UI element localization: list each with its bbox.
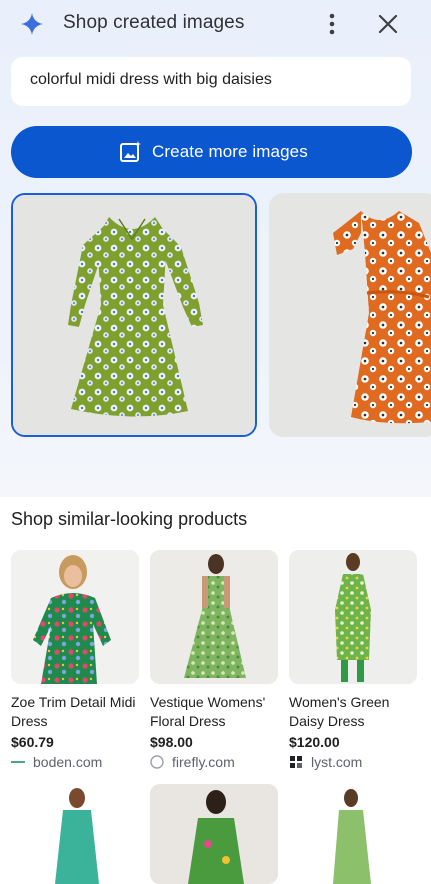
- product-name: Zoe Trim Detail Midi Dress: [11, 694, 136, 729]
- more-vert-icon[interactable]: [320, 11, 344, 37]
- product-photo-2: [150, 550, 278, 684]
- product-card-1[interactable]: Zoe Trim Detail Midi Dress $60.79 boden.…: [11, 550, 139, 770]
- product-image-6[interactable]: [289, 784, 417, 884]
- product-price: $60.79: [11, 734, 54, 750]
- product-source[interactable]: boden.com: [11, 754, 139, 770]
- product-name: Vestique Womens' Floral Dress: [150, 694, 266, 729]
- product-image-4[interactable]: [11, 784, 139, 884]
- gemini-sparkle-icon: [21, 13, 43, 35]
- product-source-name: lyst.com: [311, 754, 363, 770]
- product-source-name: firefly.com: [172, 754, 235, 770]
- product-price: $98.00: [150, 734, 193, 750]
- product-source[interactable]: firefly.com: [150, 754, 278, 770]
- product-photo-1: [11, 550, 139, 684]
- orange-daisy-dress-image: [269, 193, 431, 437]
- lyst-logo-icon: [289, 755, 303, 769]
- create-more-images-button[interactable]: Create more images: [11, 126, 412, 178]
- product-image-2[interactable]: [150, 550, 278, 684]
- product-image-3[interactable]: [289, 550, 417, 684]
- product-card-3[interactable]: Women's Green Daisy Dress $120.00 lyst.c…: [289, 550, 417, 770]
- generated-image-card-2[interactable]: [269, 193, 431, 437]
- product-source-name: boden.com: [33, 754, 103, 770]
- prompt-text: colorful midi dress with big daisies: [30, 71, 272, 88]
- created-images-panel: Shop created images colorful midi dress …: [0, 0, 431, 497]
- product-card-2[interactable]: Vestique Womens' Floral Dress $98.00 fir…: [150, 550, 278, 770]
- product-photo-3: [289, 550, 417, 684]
- add-image-icon: [120, 141, 141, 162]
- product-image-5[interactable]: [150, 784, 278, 884]
- product-photo-5: [150, 784, 278, 884]
- prompt-field[interactable]: colorful midi dress with big daisies: [11, 57, 411, 106]
- boden-logo-icon: [11, 755, 25, 769]
- similar-products-title: Shop similar-looking products: [11, 509, 248, 529]
- product-image-1[interactable]: [11, 550, 139, 684]
- product-source[interactable]: lyst.com: [289, 754, 417, 770]
- product-photo-4: [55, 788, 99, 884]
- product-name: Women's Green Daisy Dress: [289, 694, 390, 729]
- close-icon[interactable]: [376, 12, 400, 36]
- product-price: $120.00: [289, 734, 340, 750]
- green-daisy-dress-image: [13, 195, 255, 435]
- header: Shop created images: [0, 0, 431, 50]
- generated-image-card-1[interactable]: [11, 193, 257, 437]
- page-title: Shop created images: [63, 12, 245, 33]
- create-more-images-label: Create more images: [152, 142, 308, 161]
- firefly-logo-icon: [150, 755, 164, 769]
- product-photo-6: [333, 789, 371, 884]
